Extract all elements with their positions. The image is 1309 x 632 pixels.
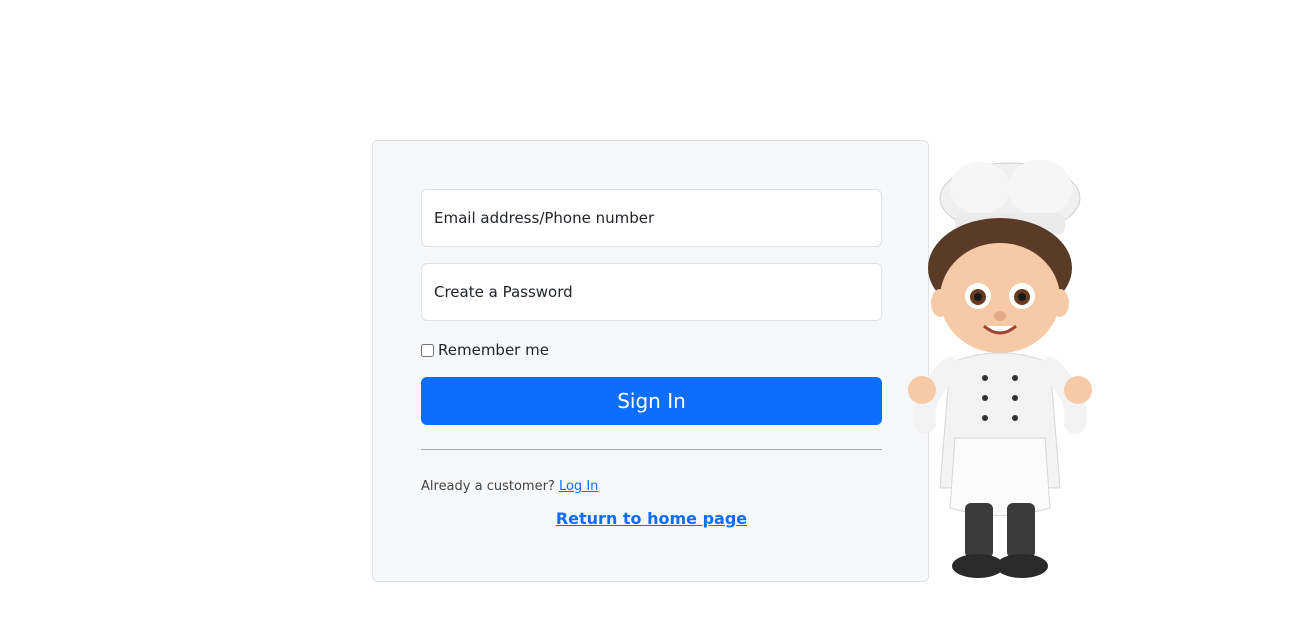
divider — [421, 449, 882, 450]
remember-me-checkbox[interactable] — [421, 343, 434, 357]
remember-me-label: Remember me — [438, 341, 549, 359]
remember-me[interactable]: Remember me — [421, 341, 549, 359]
chef-mascot-icon — [908, 160, 1092, 578]
password-field[interactable] — [422, 264, 881, 320]
sign-in-button[interactable]: Sign In — [421, 377, 882, 425]
home-link-row: Return to home page — [373, 509, 930, 528]
signup-card: Remember me Sign In Already a customer? … — [372, 140, 929, 582]
already-customer: Already a customer? Log In — [421, 479, 598, 494]
email-field[interactable] — [422, 190, 881, 246]
login-link[interactable]: Log In — [559, 479, 598, 494]
return-home-link[interactable]: Return to home page — [556, 509, 747, 528]
email-field-wrapper — [421, 189, 882, 247]
already-customer-text: Already a customer? — [421, 479, 555, 494]
password-field-wrapper — [421, 263, 882, 321]
